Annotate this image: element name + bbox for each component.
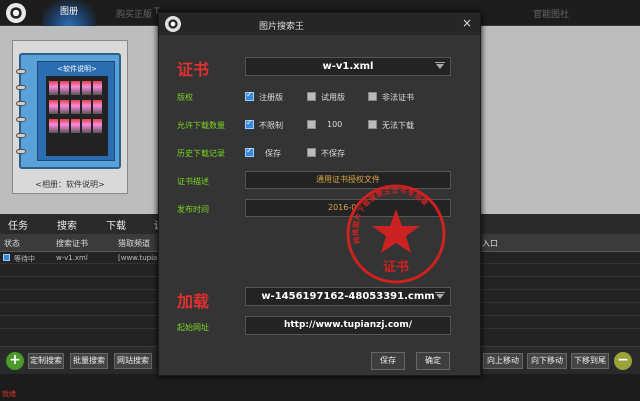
thumbnail-image xyxy=(71,81,80,95)
dialog-title-bar[interactable]: 图片搜索王 × xyxy=(159,13,480,35)
thumbnail-image xyxy=(93,119,102,133)
seal-star-icon xyxy=(372,209,420,253)
start-url-label: 起始网址 xyxy=(177,323,209,332)
thumbnail-image xyxy=(71,100,80,114)
binder-ring-icon xyxy=(16,133,26,138)
cert-desc-label: 证书描述 xyxy=(177,177,209,186)
tab-album[interactable]: 图册 xyxy=(42,0,96,26)
count-100-checkbox[interactable] xyxy=(307,120,316,129)
load-heading: 加载 xyxy=(177,292,210,311)
eye-logo-icon xyxy=(165,16,181,32)
binder-ring-icon xyxy=(16,69,26,74)
history-nosave-label: 不保存 xyxy=(321,149,345,158)
column-channel[interactable]: 猎取频道 xyxy=(118,238,150,249)
column-status[interactable]: 状态 xyxy=(4,238,20,249)
remove-task-button[interactable]: − xyxy=(614,352,632,370)
allow-count-label: 允许下载数量 xyxy=(177,121,225,130)
save-button[interactable]: 保存 xyxy=(371,352,405,370)
dropdown-bar-icon xyxy=(435,292,445,293)
binder-ring-icon xyxy=(16,101,26,106)
seal-center-text: 证书 xyxy=(383,259,409,275)
album-card[interactable]: <软件说明> <相册：软件说明> xyxy=(12,40,128,194)
license-trial-checkbox[interactable] xyxy=(307,92,316,101)
book-cover: <软件说明> xyxy=(37,61,115,161)
license-illegal-checkbox[interactable] xyxy=(368,92,377,101)
thumbnail-image xyxy=(93,81,102,95)
chevron-down-icon xyxy=(436,294,444,299)
thumbnail-image xyxy=(82,100,91,114)
count-none-label: 无法下载 xyxy=(382,121,414,130)
license-registered-label: 注册版 xyxy=(259,93,283,102)
dropdown-bar-icon xyxy=(435,62,445,63)
count-unlimited-checkbox[interactable] xyxy=(245,118,254,129)
binder-ring-icon xyxy=(16,117,26,122)
close-icon[interactable]: × xyxy=(462,16,472,30)
album-book-image: <软件说明> xyxy=(16,53,121,169)
album-caption: <相册：软件说明> xyxy=(35,180,105,189)
custom-search-button[interactable]: 定制搜索 xyxy=(28,353,64,369)
thumbnail-image xyxy=(82,119,91,133)
thumbnail-image xyxy=(60,119,69,133)
thumbnail-image xyxy=(71,119,80,133)
thumbnail-image xyxy=(82,81,91,95)
move-bottom-button[interactable]: 下移到尾 xyxy=(571,353,609,369)
history-label: 历史下载记录 xyxy=(177,149,225,158)
license-illegal-label: 非法证书 xyxy=(382,93,414,102)
tab-task[interactable]: 任务 xyxy=(8,217,28,232)
row-cert: w-v1.xml xyxy=(56,254,88,262)
dialog-title: 图片搜索王 xyxy=(259,22,305,32)
history-nosave-checkbox[interactable] xyxy=(307,148,316,157)
site-search-button[interactable]: 网站搜索 xyxy=(114,353,152,369)
thumbnail-image xyxy=(60,81,69,95)
official-link[interactable]: 官能图社 xyxy=(533,7,569,20)
count-100-label: 100 xyxy=(327,120,343,129)
app-eye-icon xyxy=(6,3,26,23)
tab-search[interactable]: 搜索 xyxy=(57,217,77,232)
license-trial-label: 试用版 xyxy=(321,93,345,102)
binder-ring-icon xyxy=(16,149,26,154)
image-search-dialog: 图片搜索王 × 证书 w-v1.xml 版权 注册版 试用版 非法证书 允许下载… xyxy=(158,12,481,376)
load-select-value: w-1456197162-48053391.cmm xyxy=(261,291,435,302)
move-up-button[interactable]: 向上移动 xyxy=(483,353,523,369)
column-entry[interactable]: 入口 xyxy=(482,238,498,249)
add-task-button[interactable]: + xyxy=(6,352,24,370)
thumbnail-image xyxy=(60,100,69,114)
thumbnail-image xyxy=(49,119,58,133)
license-registered-checkbox[interactable] xyxy=(245,90,254,101)
tab-download[interactable]: 下载 xyxy=(106,217,126,232)
status-bar: 就绪 xyxy=(0,374,640,401)
binder-ring-icon xyxy=(16,85,26,90)
thumbnail-image xyxy=(49,100,58,114)
row-checkbox[interactable] xyxy=(3,254,10,261)
move-down-button[interactable]: 向下移动 xyxy=(527,353,567,369)
chevron-down-icon xyxy=(436,64,444,69)
license-label: 版权 xyxy=(177,93,193,102)
count-none-checkbox[interactable] xyxy=(368,120,377,129)
history-save-label: 保存 xyxy=(265,149,281,158)
cert-heading: 证书 xyxy=(177,60,210,79)
buy-link[interactable]: 购买正版 xyxy=(116,7,152,20)
cert-select-value: w-v1.xml xyxy=(322,61,374,72)
history-save-checkbox[interactable] xyxy=(245,146,254,157)
cert-seal-stamp: 网络图片下载搜索王证书专用章 证书 xyxy=(346,184,446,284)
row-channel: [www.tupia xyxy=(118,254,158,262)
column-cert[interactable]: 搜索证书 xyxy=(56,238,88,249)
status-text: 就绪 xyxy=(2,390,16,398)
batch-search-button[interactable]: 批量搜索 xyxy=(70,353,108,369)
book-title: <软件说明> xyxy=(57,65,97,73)
book-screenshot xyxy=(46,76,108,156)
count-unlimited-label: 不限制 xyxy=(259,121,283,130)
cert-select[interactable]: w-v1.xml xyxy=(245,57,451,76)
load-select[interactable]: w-1456197162-48053391.cmm xyxy=(245,287,451,306)
thumbnail-image xyxy=(49,81,58,95)
publish-time-label: 发布时间 xyxy=(177,205,209,214)
start-url-field[interactable]: http://www.tupianzj.com/ xyxy=(245,316,451,335)
ok-button[interactable]: 确定 xyxy=(416,352,450,370)
thumbnail-image xyxy=(93,100,102,114)
